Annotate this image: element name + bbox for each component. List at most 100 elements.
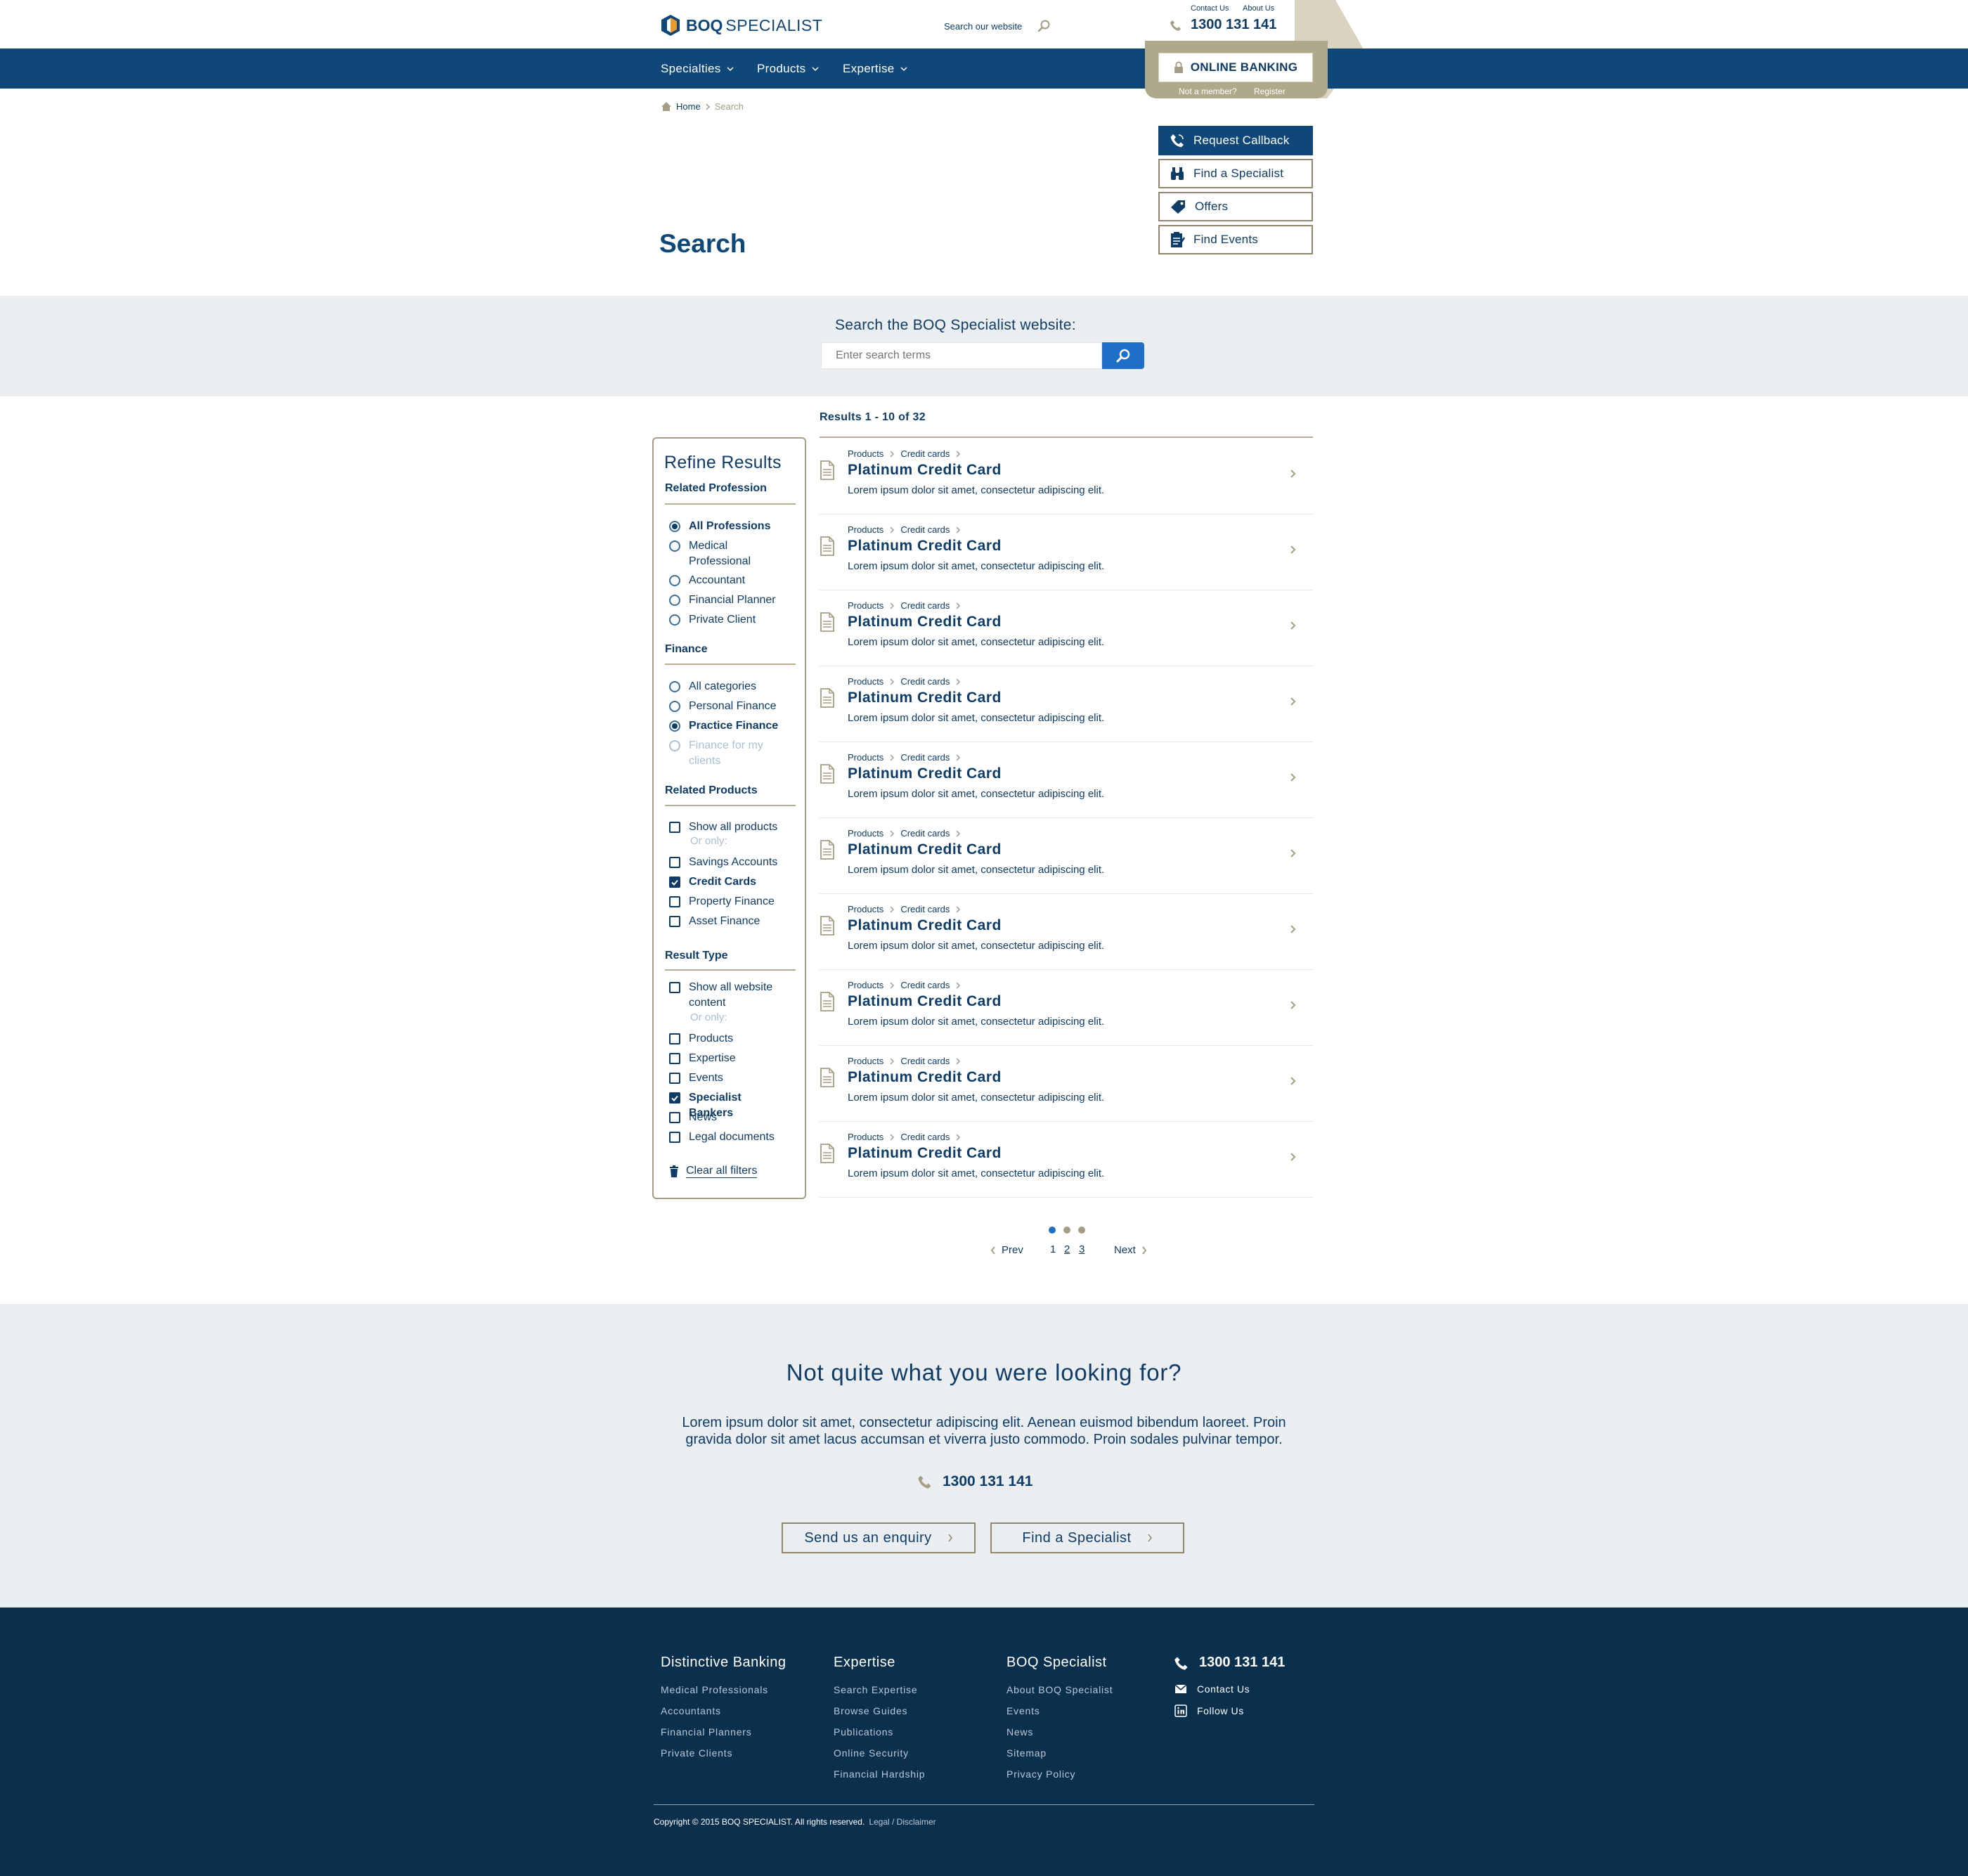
header-search[interactable]: Search our website — [944, 20, 1050, 32]
header-phone[interactable]: 1300 131 141 — [1170, 17, 1276, 33]
page-link-2[interactable]: 2 — [1064, 1243, 1070, 1255]
radio-option[interactable]: Financial Planner — [669, 593, 787, 608]
checkbox[interactable] — [669, 916, 680, 927]
result-crumb-1[interactable]: Products — [848, 904, 883, 914]
checkbox[interactable] — [669, 1073, 680, 1084]
checkbox[interactable] — [669, 982, 680, 993]
result-crumb-1[interactable]: Products — [848, 828, 883, 839]
nav-specialties[interactable]: Specialties — [661, 48, 734, 89]
nav-products[interactable]: Products — [757, 48, 819, 89]
cta-phone[interactable]: 1300 131 141 — [917, 1473, 1032, 1490]
checkbox[interactable] — [669, 876, 680, 888]
breadcrumb-home[interactable]: Home — [676, 101, 701, 112]
radio-option[interactable]: Accountant — [669, 573, 787, 588]
register-link[interactable]: Register — [1254, 86, 1286, 96]
result-crumb-2[interactable]: Credit cards — [900, 752, 950, 763]
result-title[interactable]: Platinum Credit Card — [848, 765, 1002, 782]
result-crumb-2[interactable]: Credit cards — [900, 524, 950, 535]
result-crumb-2[interactable]: Credit cards — [900, 980, 950, 990]
radio-button[interactable] — [669, 701, 680, 712]
result-row[interactable]: Products Credit cards Platinum Credit Card… — [820, 590, 1313, 666]
radio-option[interactable]: Private Client — [669, 612, 787, 628]
pagination-next[interactable]: Next — [1114, 1244, 1147, 1256]
result-title[interactable]: Platinum Credit Card — [848, 538, 1002, 555]
result-crumb-1[interactable]: Products — [848, 448, 883, 459]
radio-button[interactable] — [669, 614, 680, 626]
clear-filters-button[interactable]: Clear all filters — [669, 1165, 758, 1178]
footer-link[interactable]: Online Security — [834, 1747, 909, 1759]
result-row[interactable]: Products Credit cards Platinum Credit Card… — [820, 439, 1313, 515]
radio-button[interactable] — [669, 595, 680, 606]
result-crumb-1[interactable]: Products — [848, 980, 883, 990]
checkbox-option[interactable]: Property Finance — [669, 894, 787, 910]
result-title[interactable]: Platinum Credit Card — [848, 993, 1002, 1010]
footer-link[interactable]: Events — [1006, 1705, 1040, 1716]
footer-link[interactable]: About BOQ Specialist — [1006, 1684, 1113, 1695]
checkbox-option[interactable]: Asset Finance — [669, 914, 787, 929]
footer-link[interactable]: Sitemap — [1006, 1747, 1047, 1759]
checkbox-option[interactable]: Savings Accounts — [669, 855, 787, 870]
result-title[interactable]: Platinum Credit Card — [848, 690, 1002, 706]
checkbox[interactable] — [669, 896, 680, 907]
search-submit-button[interactable] — [1102, 342, 1144, 369]
result-crumb-2[interactable]: Credit cards — [900, 600, 950, 611]
footer-link[interactable]: Search Expertise — [834, 1684, 917, 1695]
about-us-link[interactable]: About Us — [1243, 4, 1274, 13]
checkbox-option[interactable]: Show all website content — [669, 980, 787, 1011]
result-row[interactable]: Products Credit cards Platinum Credit Card… — [820, 742, 1313, 818]
checkbox[interactable] — [669, 822, 680, 833]
result-row[interactable]: Products Credit cards Platinum Credit Card… — [820, 894, 1313, 970]
checkbox-option[interactable]: Expertise — [669, 1051, 787, 1066]
checkbox-option[interactable]: Legal documents — [669, 1130, 787, 1145]
checkbox[interactable] — [669, 1033, 680, 1044]
radio-option[interactable]: Practice Finance — [669, 718, 787, 734]
radio-button[interactable] — [669, 720, 680, 732]
request-callback-button[interactable]: Request Callback — [1158, 126, 1313, 155]
radio-option[interactable]: All Professions — [669, 519, 787, 534]
footer-link[interactable]: Publications — [834, 1726, 893, 1738]
result-row[interactable]: Products Credit cards Platinum Credit Card… — [820, 515, 1313, 590]
footer-link[interactable]: Private Clients — [661, 1747, 732, 1759]
result-title[interactable]: Platinum Credit Card — [848, 462, 1002, 479]
result-crumb-1[interactable]: Products — [848, 524, 883, 535]
radio-button[interactable] — [669, 521, 680, 532]
result-row[interactable]: Products Credit cards Platinum Credit Card… — [820, 970, 1313, 1046]
find-specialist-side-button[interactable]: Find a Specialist — [1158, 159, 1313, 188]
checkbox-option[interactable]: Show all products — [669, 820, 787, 835]
result-crumb-1[interactable]: Products — [848, 1132, 883, 1142]
footer-link[interactable]: Browse Guides — [834, 1705, 907, 1716]
result-crumb-2[interactable]: Credit cards — [900, 1132, 950, 1142]
find-events-button[interactable]: Find Events — [1158, 225, 1313, 254]
search-input[interactable] — [821, 342, 1102, 369]
result-row[interactable]: Products Credit cards Platinum Credit Card… — [820, 1046, 1313, 1122]
result-title[interactable]: Platinum Credit Card — [848, 917, 1002, 934]
find-specialist-button[interactable]: Find a Specialist — [990, 1522, 1184, 1553]
checkbox[interactable] — [669, 857, 680, 868]
checkbox[interactable] — [669, 1112, 680, 1123]
radio-option[interactable]: Medical Professional — [669, 538, 787, 569]
footer-link[interactable]: News — [1006, 1726, 1033, 1738]
result-crumb-2[interactable]: Credit cards — [900, 1056, 950, 1066]
checkbox[interactable] — [669, 1132, 680, 1143]
page-link-1[interactable]: 1 — [1050, 1243, 1056, 1255]
result-crumb-1[interactable]: Products — [848, 1056, 883, 1066]
result-crumb-2[interactable]: Credit cards — [900, 904, 950, 914]
offers-button[interactable]: Offers — [1158, 192, 1313, 221]
nav-expertise[interactable]: Expertise — [843, 48, 907, 89]
online-banking-button[interactable]: ONLINE BANKING — [1158, 53, 1313, 82]
checkbox[interactable] — [669, 1092, 680, 1104]
footer-follow-us[interactable]: Follow Us — [1174, 1704, 1244, 1717]
radio-option[interactable]: Personal Finance — [669, 699, 787, 714]
footer-link[interactable]: Privacy Policy — [1006, 1768, 1075, 1780]
result-crumb-2[interactable]: Credit cards — [900, 448, 950, 459]
result-row[interactable]: Products Credit cards Platinum Credit Card… — [820, 666, 1313, 742]
send-enquiry-button[interactable]: Send us an enquiry — [782, 1522, 976, 1553]
result-crumb-1[interactable]: Products — [848, 752, 883, 763]
checkbox-option[interactable]: Credit Cards — [669, 874, 787, 890]
result-crumb-1[interactable]: Products — [848, 676, 883, 687]
checkbox-option[interactable]: Products — [669, 1031, 787, 1047]
result-crumb-2[interactable]: Credit cards — [900, 828, 950, 839]
result-crumb-2[interactable]: Credit cards — [900, 676, 950, 687]
footer-link[interactable]: Financial Hardship — [834, 1768, 925, 1780]
footer-link[interactable]: Medical Professionals — [661, 1684, 768, 1695]
